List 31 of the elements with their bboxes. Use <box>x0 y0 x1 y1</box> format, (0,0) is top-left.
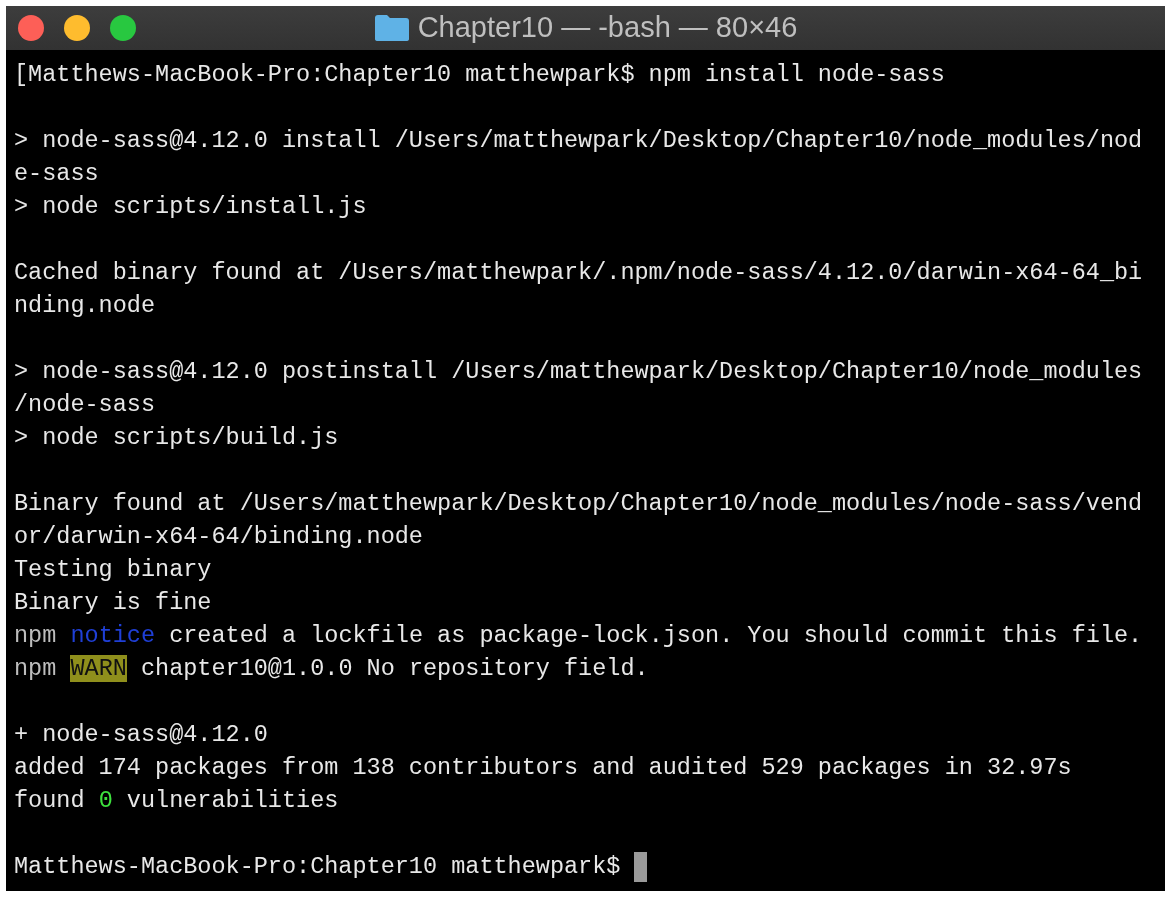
terminal-text: chapter10@1.0.0 No repository field. <box>140 655 649 682</box>
terminal-text: vulnerabilities <box>126 787 339 814</box>
terminal-line: added 174 packages from 138 contributors and audited 529 packages in 32.97s <box>14 754 1072 781</box>
terminal-line: > node-sass@4.12.0 postinstall /Users/matthewpark/Desktop/Chapter10/node_modules <box>14 358 1143 385</box>
zero-count: 0 <box>98 787 113 814</box>
terminal-text: found <box>14 787 85 814</box>
terminal-line: Binary is fine <box>14 589 212 616</box>
terminal-line: + node-sass@4.12.0 <box>14 721 268 748</box>
terminal-line: or/darwin-x64-64/binding.node <box>14 523 423 550</box>
npm-label: npm <box>14 622 57 649</box>
terminal-line: /node-sass <box>14 391 156 418</box>
zoom-button[interactable] <box>110 15 136 41</box>
terminal-text: created a lockfile as package-lock.json. You should commit this file. <box>169 622 1143 649</box>
terminal-line: Cached binary found at /Users/matthewpark/.npm/node-sass/4.12.0/darwin-x64-64_bi <box>14 259 1143 286</box>
notice-label: notice <box>70 622 156 649</box>
terminal-line: nding.node <box>14 292 156 319</box>
npm-label: npm <box>14 655 57 682</box>
terminal-line: Binary found at /Users/matthewpark/Desktop/Chapter10/node_modules/node-sass/vend <box>14 490 1143 517</box>
terminal-line: Testing binary <box>14 556 212 583</box>
warn-label: WARN <box>70 655 127 682</box>
terminal-line: > node scripts/build.js <box>14 424 339 451</box>
terminal-line: > node scripts/install.js <box>14 193 367 220</box>
terminal-line: [Matthews-MacBook-Pro:Chapter10 matthewpark$ npm install node-sass <box>14 61 945 88</box>
close-button[interactable] <box>18 15 44 41</box>
terminal-line: > node-sass@4.12.0 install /Users/matthewpark/Desktop/Chapter10/node_modules/nod <box>14 127 1143 154</box>
window-title: Chapter10 — -bash — 80×46 <box>417 10 798 46</box>
minimize-button[interactable] <box>64 15 90 41</box>
folder-icon <box>373 14 410 42</box>
terminal-line: e-sass <box>14 160 99 187</box>
cursor <box>634 851 648 882</box>
terminal-line: Matthews-MacBook-Pro:Chapter10 matthewpark$ <box>14 853 621 880</box>
